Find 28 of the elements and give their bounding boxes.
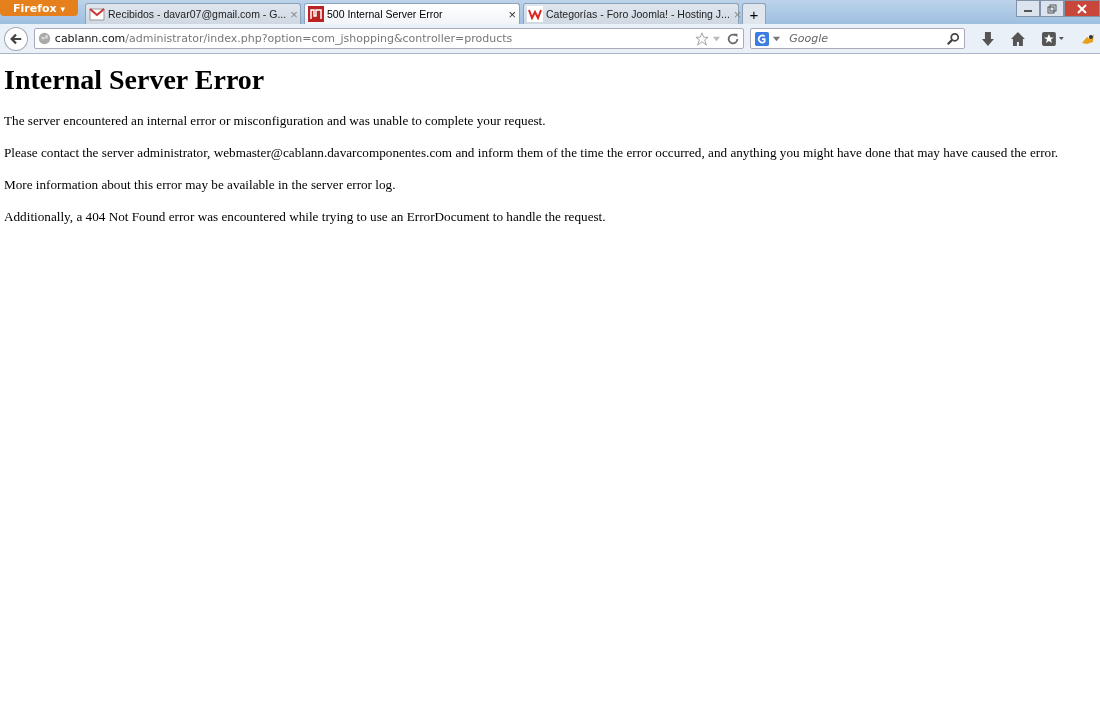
mail-icon	[89, 6, 105, 22]
page-heading: Internal Server Error	[4, 64, 266, 96]
paragraph: Additionally, a 404 Not Found error was encountered while trying to use an ErrorDocument to handle the request.	[4, 209, 607, 225]
home-icon[interactable]	[1010, 30, 1027, 47]
reload-icon[interactable]	[726, 31, 741, 46]
star-icon[interactable]	[695, 31, 710, 46]
search-bar[interactable]: Google	[750, 28, 965, 49]
download-icon[interactable]	[979, 30, 996, 47]
browser-tab[interactable]: Categorías - Foro Joomla! - Hosting J... ×	[523, 3, 739, 24]
forum-icon	[527, 6, 543, 22]
paragraph: Please contact the server administrator, webmaster@cablann.davarcomponentes.com and inform them of the time the error occurred, and anything you might have done that may have caused the error.	[4, 145, 1060, 161]
close-icon[interactable]: ×	[508, 6, 516, 22]
back-icon[interactable]	[4, 26, 28, 51]
paragraph: The server encountered an internal error or misconfiguration and was unable to complete your request.	[4, 113, 547, 129]
browser-tab[interactable]: Recibidos - davar07@gmail.com - G... ×	[85, 3, 301, 24]
globe-icon	[37, 32, 51, 45]
dropdown-icon[interactable]	[772, 34, 782, 43]
address-bar[interactable]: cablann.com/administrator/index.php?option=com_jshopping&controller=products	[33, 28, 745, 49]
site-icon	[308, 6, 324, 22]
browser-tab[interactable]: 500 Internal Server Error ×	[304, 3, 520, 24]
search-engine-icon[interactable]	[755, 31, 770, 46]
close-icon[interactable]	[1064, 0, 1100, 17]
new-tab-button[interactable]: +	[742, 3, 766, 24]
search-icon[interactable]	[945, 31, 960, 46]
paragraph: More information about this error may be available in the server error log.	[4, 177, 397, 193]
bookmarks-icon[interactable]	[1041, 30, 1066, 47]
minimize-icon[interactable]	[1016, 0, 1040, 17]
restore-icon[interactable]	[1040, 0, 1064, 17]
